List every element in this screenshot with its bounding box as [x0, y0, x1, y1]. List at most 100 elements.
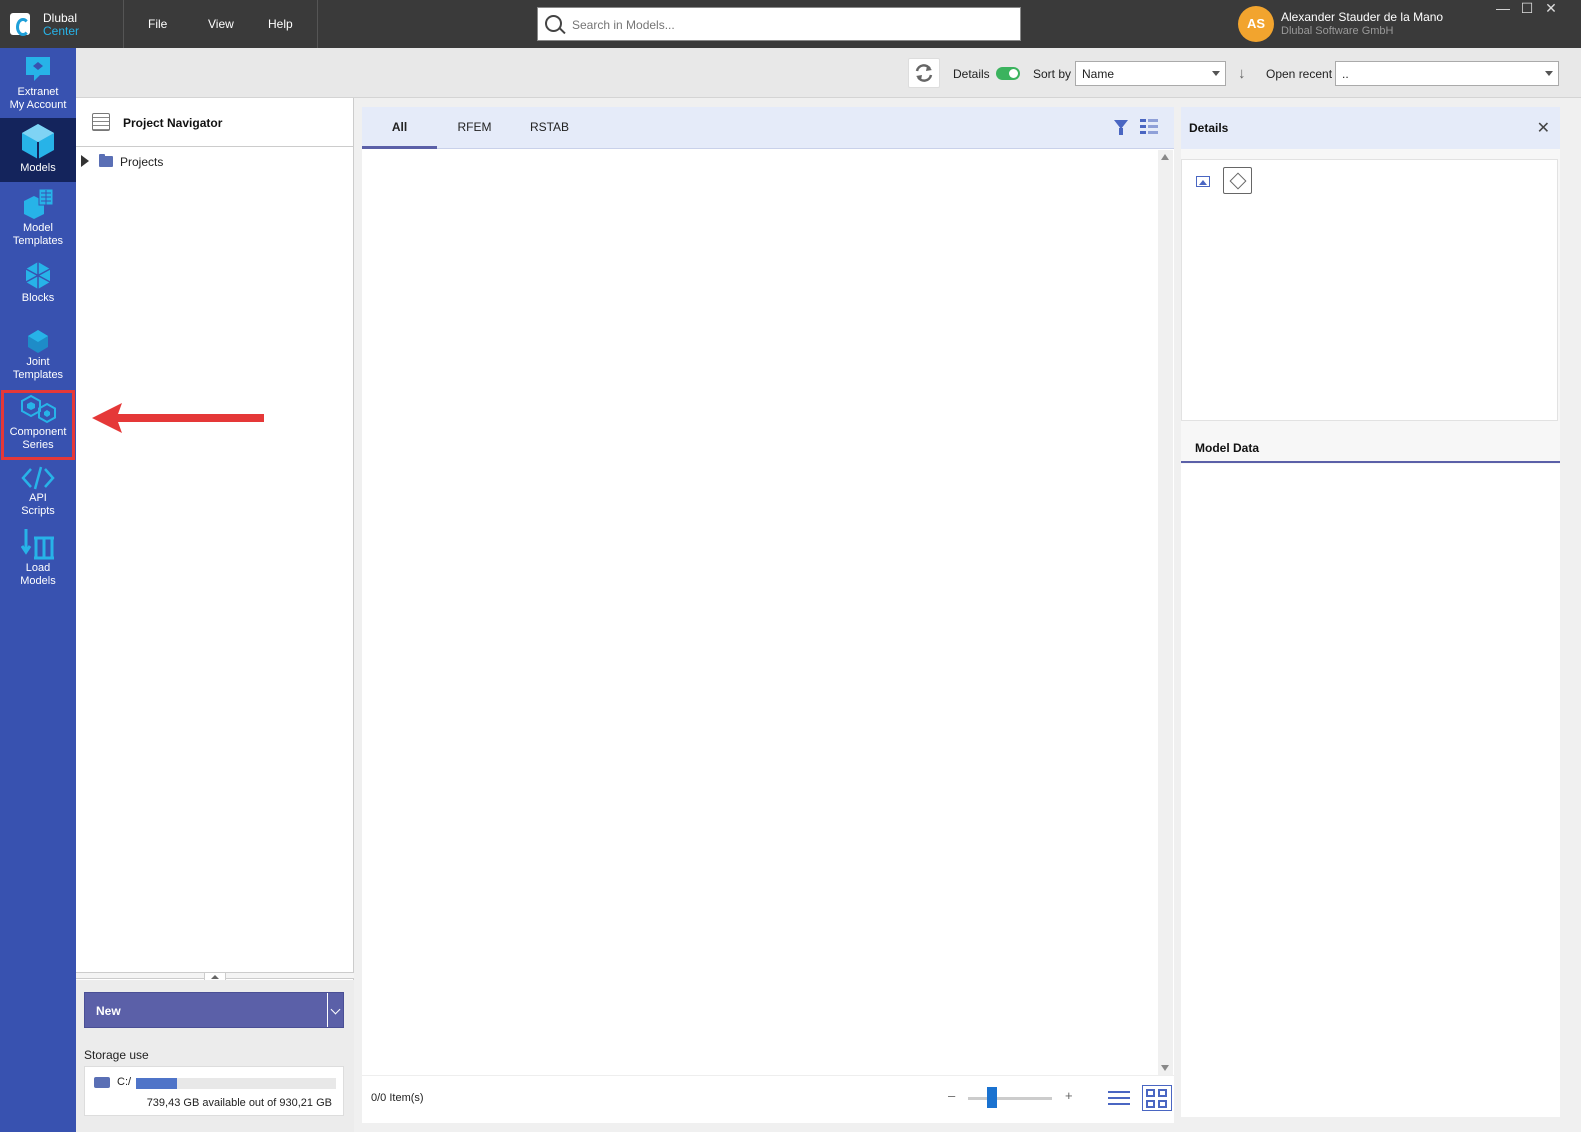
items-count: 0/0 Item(s) [371, 1092, 424, 1104]
scroll-down-arrow-icon[interactable] [1161, 1065, 1169, 1071]
new-dropdown-chevron-icon[interactable] [327, 993, 343, 1027]
drive-icon [94, 1077, 110, 1088]
menu-help[interactable]: Help [244, 0, 304, 48]
tree-item-projects[interactable]: Projects [76, 153, 354, 171]
sidebar-item-label: Templates [12, 235, 64, 247]
sidebar-item-label: Models [20, 162, 56, 174]
minimize-button[interactable]: — [1491, 0, 1515, 18]
sidebar-item-label: Extranet [17, 86, 59, 98]
open-recent-value: .. [1342, 67, 1349, 81]
sidebar-item-label: API [29, 492, 47, 504]
menu-view[interactable]: View [184, 0, 244, 48]
extranet-icon [26, 57, 50, 81]
vertical-scrollbar[interactable] [1158, 150, 1173, 1075]
tree-item-label: Projects [120, 155, 164, 169]
sidebar-item-blocks[interactable]: Blocks [0, 260, 76, 318]
models-list-panel: All RFEM RSTAB 0/0 Item(s) – + [362, 107, 1174, 1123]
zoom-slider-thumb[interactable] [986, 1087, 997, 1108]
sidebar-item-models[interactable]: Models [0, 118, 76, 182]
zoom-slider-track[interactable] [968, 1097, 1052, 1100]
sort-by-label: Sort by [1033, 67, 1072, 81]
scroll-up-arrow-icon[interactable] [1161, 154, 1169, 160]
chevron-down-icon [1545, 71, 1553, 76]
new-button[interactable]: New [84, 992, 344, 1028]
sidebar-item-load-models[interactable]: Load Models [0, 528, 76, 592]
filter-icon[interactable] [1114, 120, 1128, 135]
drive-label: C:/ [117, 1076, 132, 1088]
menu-bar: File View Help [124, 0, 318, 48]
details-label: Details [953, 67, 990, 81]
sidebar-item-extranet[interactable]: Extranet My Account [0, 54, 76, 118]
sidebar-item-label: My Account [9, 99, 67, 111]
sidebar: Extranet My Account Models Model Templat… [0, 48, 76, 1132]
storage-use-panel: C:/ 739,43 GB available out of 930,21 GB [84, 1066, 344, 1116]
zoom-out-button[interactable]: – [948, 1088, 955, 1103]
panel-splitter[interactable] [76, 972, 354, 981]
user-organization: Dlubal Software GmbH [1281, 25, 1394, 37]
open-recent-select[interactable]: .. [1335, 61, 1559, 86]
expand-arrow-icon[interactable] [81, 155, 89, 167]
model-data-header: Model Data [1181, 430, 1560, 463]
annotation-arrow-icon [92, 403, 264, 433]
maximize-button[interactable]: ☐ [1515, 0, 1539, 18]
sidebar-item-label: Templates [12, 369, 64, 381]
folder-icon [99, 154, 113, 167]
search-input[interactable] [572, 16, 1012, 34]
storage-bar-fill [136, 1078, 177, 1089]
load-models-icon [21, 529, 54, 560]
tab-rfem[interactable]: RFEM [437, 107, 512, 149]
sort-by-select[interactable]: Name [1075, 61, 1226, 86]
zoom-in-button[interactable]: + [1065, 1088, 1073, 1103]
models-list[interactable] [362, 150, 1157, 1075]
tab-rstab[interactable]: RSTAB [512, 107, 587, 149]
column-settings-icon[interactable] [1140, 118, 1158, 136]
app-logo[interactable]: Dlubal Center [0, 0, 124, 48]
navigator-list-icon [92, 113, 110, 131]
search-box[interactable] [537, 7, 1021, 41]
sidebar-item-label: Scripts [21, 505, 55, 517]
model-tabs: All RFEM RSTAB [362, 107, 1174, 149]
brand-subtitle: Center [43, 24, 80, 38]
search-icon [545, 15, 562, 32]
sidebar-item-joint-templates[interactable]: Joint Templates [0, 328, 76, 386]
sidebar-item-api-scripts[interactable]: API Scripts [0, 466, 76, 524]
grid-view-icon[interactable] [1142, 1085, 1172, 1111]
model-data-content [1181, 464, 1560, 1117]
sidebar-item-label: Joint [26, 356, 50, 368]
project-navigator-header: Project Navigator [76, 98, 354, 147]
chevron-down-icon [1212, 71, 1220, 76]
model-preview [1181, 159, 1558, 421]
details-header: Details ✕ [1181, 107, 1560, 149]
navigator-bottom-area: New Storage use C:/ 739,43 GB available … [76, 980, 354, 1132]
sidebar-item-label: Load [25, 562, 51, 574]
close-window-button[interactable]: ✕ [1539, 0, 1563, 18]
list-footer: 0/0 Item(s) – + [362, 1075, 1174, 1121]
tab-all[interactable]: All [362, 107, 437, 149]
3d-view-icon[interactable] [1223, 167, 1252, 194]
model-data-title: Model Data [1195, 441, 1260, 455]
avatar[interactable]: AS [1238, 6, 1274, 42]
open-recent-label: Open recent [1266, 67, 1333, 81]
dlubal-logo-icon [10, 13, 30, 36]
project-navigator-title: Project Navigator [123, 116, 223, 130]
storage-use-title: Storage use [84, 1048, 149, 1062]
code-icon [21, 466, 55, 490]
details-panel: Details ✕ Model Data [1181, 107, 1560, 1117]
annotation-highlight-box [1, 390, 75, 460]
project-navigator: Project Navigator Projects New Storage u… [76, 98, 354, 1132]
refresh-button[interactable] [908, 58, 940, 88]
brand-name: Dlubal [43, 11, 78, 25]
model-templates-icon [24, 188, 54, 219]
sort-by-value: Name [1082, 67, 1115, 81]
list-view-icon[interactable] [1108, 1089, 1130, 1107]
sidebar-item-model-templates[interactable]: Model Templates [0, 188, 76, 252]
joint-templates-icon [28, 330, 48, 353]
details-toggle[interactable] [996, 67, 1020, 80]
models-cube-icon [22, 124, 54, 159]
image-view-icon[interactable] [1196, 176, 1210, 187]
menu-file[interactable]: File [124, 0, 184, 48]
sort-direction-icon[interactable]: ↓ [1238, 65, 1246, 82]
details-title: Details [1189, 121, 1229, 135]
close-icon[interactable]: ✕ [1537, 118, 1550, 138]
user-name[interactable]: Alexander Stauder de la Mano [1281, 10, 1443, 24]
